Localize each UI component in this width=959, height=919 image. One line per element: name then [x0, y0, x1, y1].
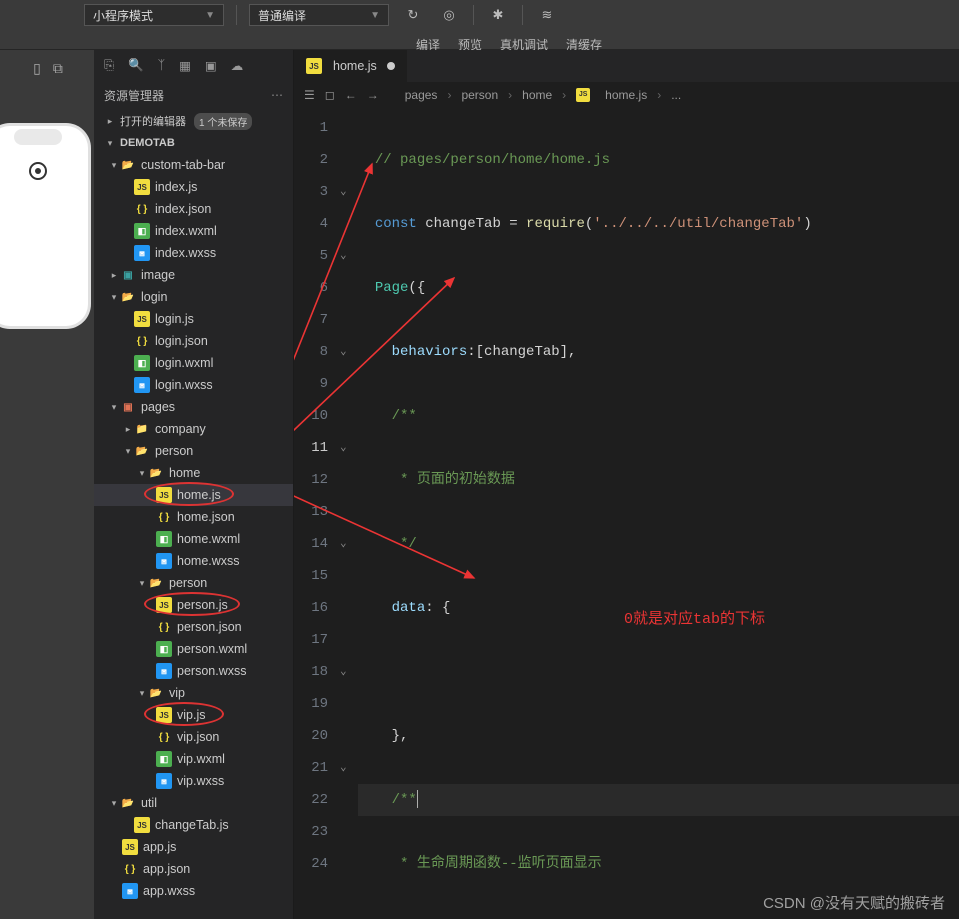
cloud-icon[interactable]: ☁: [231, 58, 244, 73]
tablet-icon[interactable]: ⧉: [53, 60, 63, 77]
file-vip-js[interactable]: JSvip.js: [94, 704, 293, 726]
line-gutter: 12345678 910111213141516 171819202122232…: [294, 108, 340, 919]
divider: [473, 5, 474, 25]
file-person-wxss[interactable]: ⧆person.wxss: [94, 660, 293, 682]
editor-pane: JS home.js ☰ ◻ ← → pages› person› home› …: [294, 50, 959, 919]
folder-person-sub[interactable]: ▾📂person: [94, 572, 293, 594]
breadcrumb: ☰ ◻ ← → pages› person› home› JS home.js›…: [294, 82, 959, 108]
tab-label: home.js: [333, 59, 377, 73]
file-home-json[interactable]: { }home.json: [94, 506, 293, 528]
unsaved-dot-icon: [387, 62, 395, 70]
record-icon[interactable]: [29, 162, 47, 180]
forward-icon[interactable]: →: [367, 88, 379, 102]
file-index-json[interactable]: { }index.json: [94, 198, 293, 220]
fold-gutter[interactable]: ⌄⌄⌄ ⌄⌄ ⌄⌄: [340, 108, 358, 919]
file-tree: ▾📂custom-tab-bar JSindex.js { }index.jso…: [94, 154, 293, 919]
files-icon[interactable]: ⎘: [104, 58, 114, 73]
file-vip-wxml[interactable]: ◧vip.wxml: [94, 748, 293, 770]
simulator-dock: ▯ ⧉: [0, 50, 94, 919]
folder-person[interactable]: ▾📂person: [94, 440, 293, 462]
folder-custom-tab-bar[interactable]: ▾📂custom-tab-bar: [94, 154, 293, 176]
folder-login[interactable]: ▾📂login: [94, 286, 293, 308]
bug-icon[interactable]: ✱: [486, 4, 510, 26]
explorer-sidebar: ⎘ 🔍 ᛉ ▦ ▣ ☁ 资源管理器⋯ ▸打开的编辑器 1 个未保存 ▾DEMOT…: [94, 50, 294, 919]
back-icon[interactable]: ←: [345, 88, 357, 102]
grid-icon[interactable]: ▦: [179, 58, 191, 73]
file-login-wxml[interactable]: ◧login.wxml: [94, 352, 293, 374]
file-login-wxss[interactable]: ⧆login.wxss: [94, 374, 293, 396]
folder-company[interactable]: ▸📁company: [94, 418, 293, 440]
compile-mode-select[interactable]: 普通编译▼: [249, 4, 389, 26]
refresh-icon[interactable]: ↻: [401, 4, 425, 26]
file-person-js[interactable]: JSperson.js: [94, 594, 293, 616]
simulator-frame: [0, 126, 88, 326]
file-person-wxml[interactable]: ◧person.wxml: [94, 638, 293, 660]
code-area[interactable]: 12345678 910111213141516 171819202122232…: [294, 108, 959, 919]
file-app-js[interactable]: JSapp.js: [94, 836, 293, 858]
open-editors-section[interactable]: ▸打开的编辑器 1 个未保存: [94, 110, 293, 132]
divider: [236, 5, 237, 25]
editor-tabs: JS home.js: [294, 50, 959, 82]
file-home-js[interactable]: JShome.js: [94, 484, 293, 506]
code-content[interactable]: // pages/person/home/home.js const chang…: [358, 108, 959, 919]
file-index-js[interactable]: JSindex.js: [94, 176, 293, 198]
folder-vip[interactable]: ▾📂vip: [94, 682, 293, 704]
branch-icon[interactable]: ᛉ: [158, 58, 166, 72]
file-app-wxss[interactable]: ⧆app.wxss: [94, 880, 293, 902]
folder-image[interactable]: ▸▣image: [94, 264, 293, 286]
eye-icon[interactable]: ◎: [437, 4, 461, 26]
file-home-wxml[interactable]: ◧home.wxml: [94, 528, 293, 550]
project-section[interactable]: ▾DEMOTAB: [94, 132, 293, 154]
tab-home-js[interactable]: JS home.js: [294, 50, 408, 82]
file-person-json[interactable]: { }person.json: [94, 616, 293, 638]
unsaved-badge: 1 个未保存: [194, 113, 252, 130]
phone-icon[interactable]: ▯: [33, 60, 41, 77]
file-app-json[interactable]: { }app.json: [94, 858, 293, 880]
file-index-wxss[interactable]: ⧆index.wxss: [94, 242, 293, 264]
top-toolbar: 小程序模式▼ 普通编译▼ ↻ ◎ ✱ ≋ 编译 预览 真机调试 清缓存: [0, 0, 959, 50]
file-login-json[interactable]: { }login.json: [94, 330, 293, 352]
layers-icon[interactable]: ≋: [535, 4, 559, 26]
js-icon: JS: [576, 88, 590, 102]
list-icon[interactable]: ☰: [304, 88, 315, 102]
folder-pages[interactable]: ▾▣pages: [94, 396, 293, 418]
folder-home[interactable]: ▾📂home: [94, 462, 293, 484]
explorer-title: 资源管理器⋯: [94, 80, 293, 110]
folder-util[interactable]: ▾📂util: [94, 792, 293, 814]
file-index-wxml[interactable]: ◧index.wxml: [94, 220, 293, 242]
file-vip-wxss[interactable]: ⧆vip.wxss: [94, 770, 293, 792]
js-icon: JS: [306, 58, 322, 74]
file-home-wxss[interactable]: ⧆home.wxss: [94, 550, 293, 572]
file-login-js[interactable]: JSlogin.js: [94, 308, 293, 330]
mode-select[interactable]: 小程序模式▼: [84, 4, 224, 26]
divider: [522, 5, 523, 25]
bookmark-icon[interactable]: ◻: [325, 88, 335, 102]
search-icon[interactable]: 🔍: [128, 58, 144, 73]
file-changetab-js[interactable]: JSchangeTab.js: [94, 814, 293, 836]
file-vip-json[interactable]: { }vip.json: [94, 726, 293, 748]
box-icon[interactable]: ▣: [205, 58, 217, 73]
